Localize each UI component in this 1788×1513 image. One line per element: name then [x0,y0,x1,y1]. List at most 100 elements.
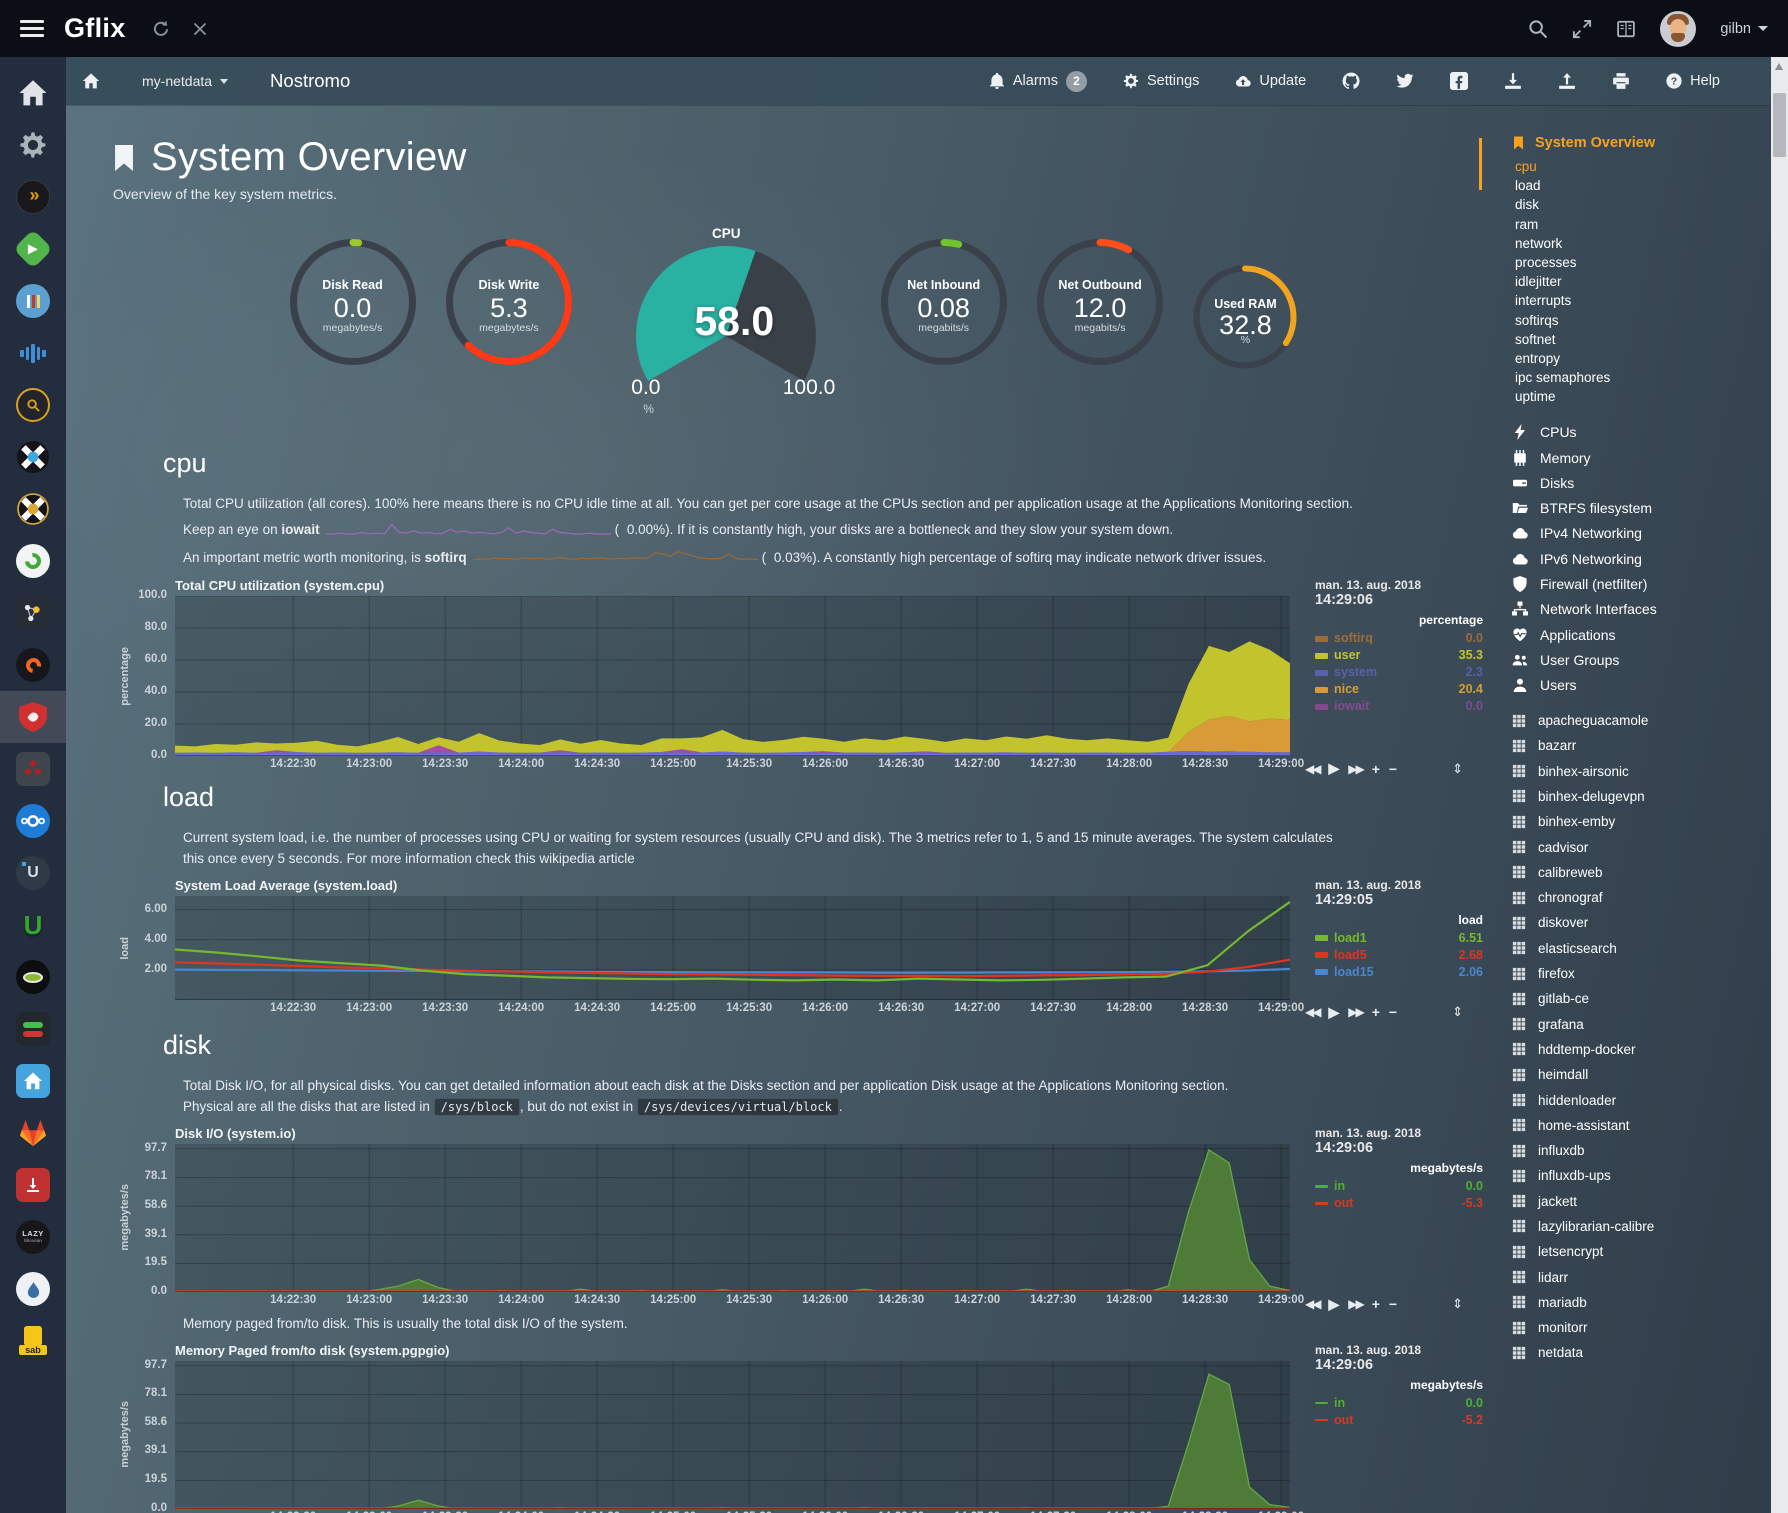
chart-play-button[interactable]: ▶ [1328,1004,1339,1021]
menu-group-network-interfaces[interactable]: Network Interfaces [1479,597,1761,622]
server-dropdown[interactable]: my-netdata [142,73,228,89]
pgpgio-chart-canvas[interactable] [175,1361,1290,1509]
lazylibrarian-icon[interactable]: LAZYlibrarian [0,1211,66,1263]
legend-out[interactable]: out-5.2 [1315,1412,1483,1429]
menu-app-apacheguacamole[interactable]: apacheguacamole [1479,708,1761,733]
used-ram-gauge[interactable]: Used RAM32.8% [1192,264,1298,370]
nextcloud-icon[interactable] [0,795,66,847]
menu-group-users[interactable]: Users [1479,673,1761,698]
help-button[interactable]: ? Help [1666,73,1720,89]
settings-button[interactable]: Settings [1123,73,1199,89]
airsonic-icon[interactable] [0,327,66,379]
chart-zoom-out-button[interactable]: − [1389,1004,1397,1020]
chart-zoom-out-button[interactable]: − [1389,761,1397,777]
home-icon[interactable] [0,67,66,119]
close-tab-icon[interactable] [192,21,208,37]
menu-app-binhex-airsonic[interactable]: binhex-airsonic [1479,759,1761,784]
hamburger-menu-icon[interactable] [20,20,44,37]
twitter-icon[interactable] [1396,72,1414,90]
menu-app-heimdall[interactable]: heimdall [1479,1062,1761,1087]
menu-app-cadvisor[interactable]: cadvisor [1479,834,1761,859]
changelog-icon[interactable] [1616,19,1636,39]
update-button[interactable]: Update [1235,73,1306,89]
menu-item-interrupts[interactable]: interrupts [1479,291,1761,310]
refresh-tab-icon[interactable] [152,20,170,38]
chart-zoom-in-button[interactable]: + [1372,1296,1380,1312]
sabnzbd-icon[interactable]: sab [0,1315,66,1367]
menu-app-elasticsearch[interactable]: elasticsearch [1479,936,1761,961]
disk-read-gauge[interactable]: Disk Read0.0megabytes/s [289,238,417,366]
menu-item-entropy[interactable]: entropy [1479,349,1761,368]
menu-group-ipv6-networking[interactable]: IPv6 Networking [1479,546,1761,571]
legend-in[interactable]: in0.0 [1315,1395,1483,1412]
menu-group-firewall-netfilter-[interactable]: Firewall (netfilter) [1479,571,1761,596]
menu-item-load[interactable]: load [1479,176,1761,195]
legend-user[interactable]: user35.3 [1315,647,1483,664]
menu-group-cpus[interactable]: CPUs [1479,420,1761,445]
menu-system-overview[interactable]: System Overview [1479,135,1761,151]
home-assistant-icon[interactable] [0,1055,66,1107]
legend-load15[interactable]: load152.06 [1315,964,1483,981]
scrollbar[interactable] [1771,57,1788,1513]
deluge-icon[interactable] [0,1263,66,1315]
menu-app-binhex-emby[interactable]: binhex-emby [1479,809,1761,834]
chart-forwards-button[interactable]: ▶▶ [1348,1297,1362,1311]
menu-app-influxdb[interactable]: influxdb [1479,1138,1761,1163]
jackett-icon[interactable] [0,379,66,431]
chart-resize-handle[interactable]: ⇕ [1452,761,1463,777]
menu-app-netdata[interactable]: netdata [1479,1340,1761,1365]
chart-play-button[interactable]: ▶ [1328,760,1339,777]
menu-item-processes[interactable]: processes [1479,253,1761,272]
disk-write-gauge[interactable]: Disk Write5.3megabytes/s [445,238,573,366]
menu-app-monitorr[interactable]: monitorr [1479,1315,1761,1340]
menu-item-softirqs[interactable]: softirqs [1479,311,1761,330]
menu-app-gitlab-ce[interactable]: gitlab-ce [1479,986,1761,1011]
disk-chart-canvas[interactable] [175,1144,1290,1292]
github-icon[interactable] [1342,72,1360,90]
chart-resize-handle[interactable]: ⇕ [1452,1296,1463,1312]
menu-group-btrfs-filesystem[interactable]: BTRFS filesystem [1479,496,1761,521]
legend-system[interactable]: system2.3 [1315,664,1483,681]
user-menu[interactable]: gilbn [1720,21,1768,37]
net-inbound-gauge[interactable]: Net Inbound0.08megabits/s [880,238,1008,366]
menu-app-influxdb-ups[interactable]: influxdb-ups [1479,1163,1761,1188]
legend-nice[interactable]: nice20.4 [1315,681,1483,698]
print-icon[interactable] [1612,72,1630,90]
tautulli-icon[interactable] [0,431,66,483]
menu-app-jackett[interactable]: jackett [1479,1189,1761,1214]
import-snapshot-icon[interactable] [1504,72,1522,90]
ubooquity-icon[interactable]: U [0,899,66,951]
chart-forwards-button[interactable]: ▶▶ [1348,1005,1362,1019]
legend-load5[interactable]: load52.68 [1315,947,1483,964]
chart-zoom-in-button[interactable]: + [1372,761,1380,777]
sushi-icon[interactable] [0,951,66,1003]
node-graph-icon[interactable] [0,587,66,639]
legend-iowait[interactable]: iowait0.0 [1315,698,1483,715]
youtube-dl-icon[interactable] [0,1159,66,1211]
nzbget-icon[interactable] [0,535,66,587]
menu-app-grafana[interactable]: grafana [1479,1011,1761,1036]
menu-group-applications[interactable]: Applications [1479,622,1761,647]
emby-icon[interactable]: ▶ [0,223,66,275]
chart-backwards-button[interactable]: ◀◀ [1305,1297,1319,1311]
menu-item-ram[interactable]: ram [1479,215,1761,234]
menu-item-disk[interactable]: disk [1479,195,1761,214]
menu-app-lidarr[interactable]: lidarr [1479,1264,1761,1289]
menu-app-firefox[interactable]: firefox [1479,961,1761,986]
plex-icon[interactable]: » [0,171,66,223]
menu-app-letsencrypt[interactable]: letsencrypt [1479,1239,1761,1264]
chart-forwards-button[interactable]: ▶▶ [1348,762,1362,776]
legend-out[interactable]: out-5.3 [1315,1195,1483,1212]
menu-app-diskover[interactable]: diskover [1479,910,1761,935]
cpu-chart-canvas[interactable] [175,596,1290,756]
scrollbar-thumb[interactable] [1773,93,1786,157]
chart-zoom-out-button[interactable]: − [1389,1296,1397,1312]
menu-app-binhex-delugevpn[interactable]: binhex-delugevpn [1479,784,1761,809]
calibre-icon[interactable] [0,275,66,327]
menu-item-idlejitter[interactable]: idlejitter [1479,272,1761,291]
menu-app-chronograf[interactable]: chronograf [1479,885,1761,910]
menu-item-cpu[interactable]: cpu [1479,157,1761,176]
menu-item-ipc-semaphores[interactable]: ipc semaphores [1479,368,1761,387]
menu-item-uptime[interactable]: uptime [1479,387,1761,406]
grafana-icon[interactable] [0,639,66,691]
